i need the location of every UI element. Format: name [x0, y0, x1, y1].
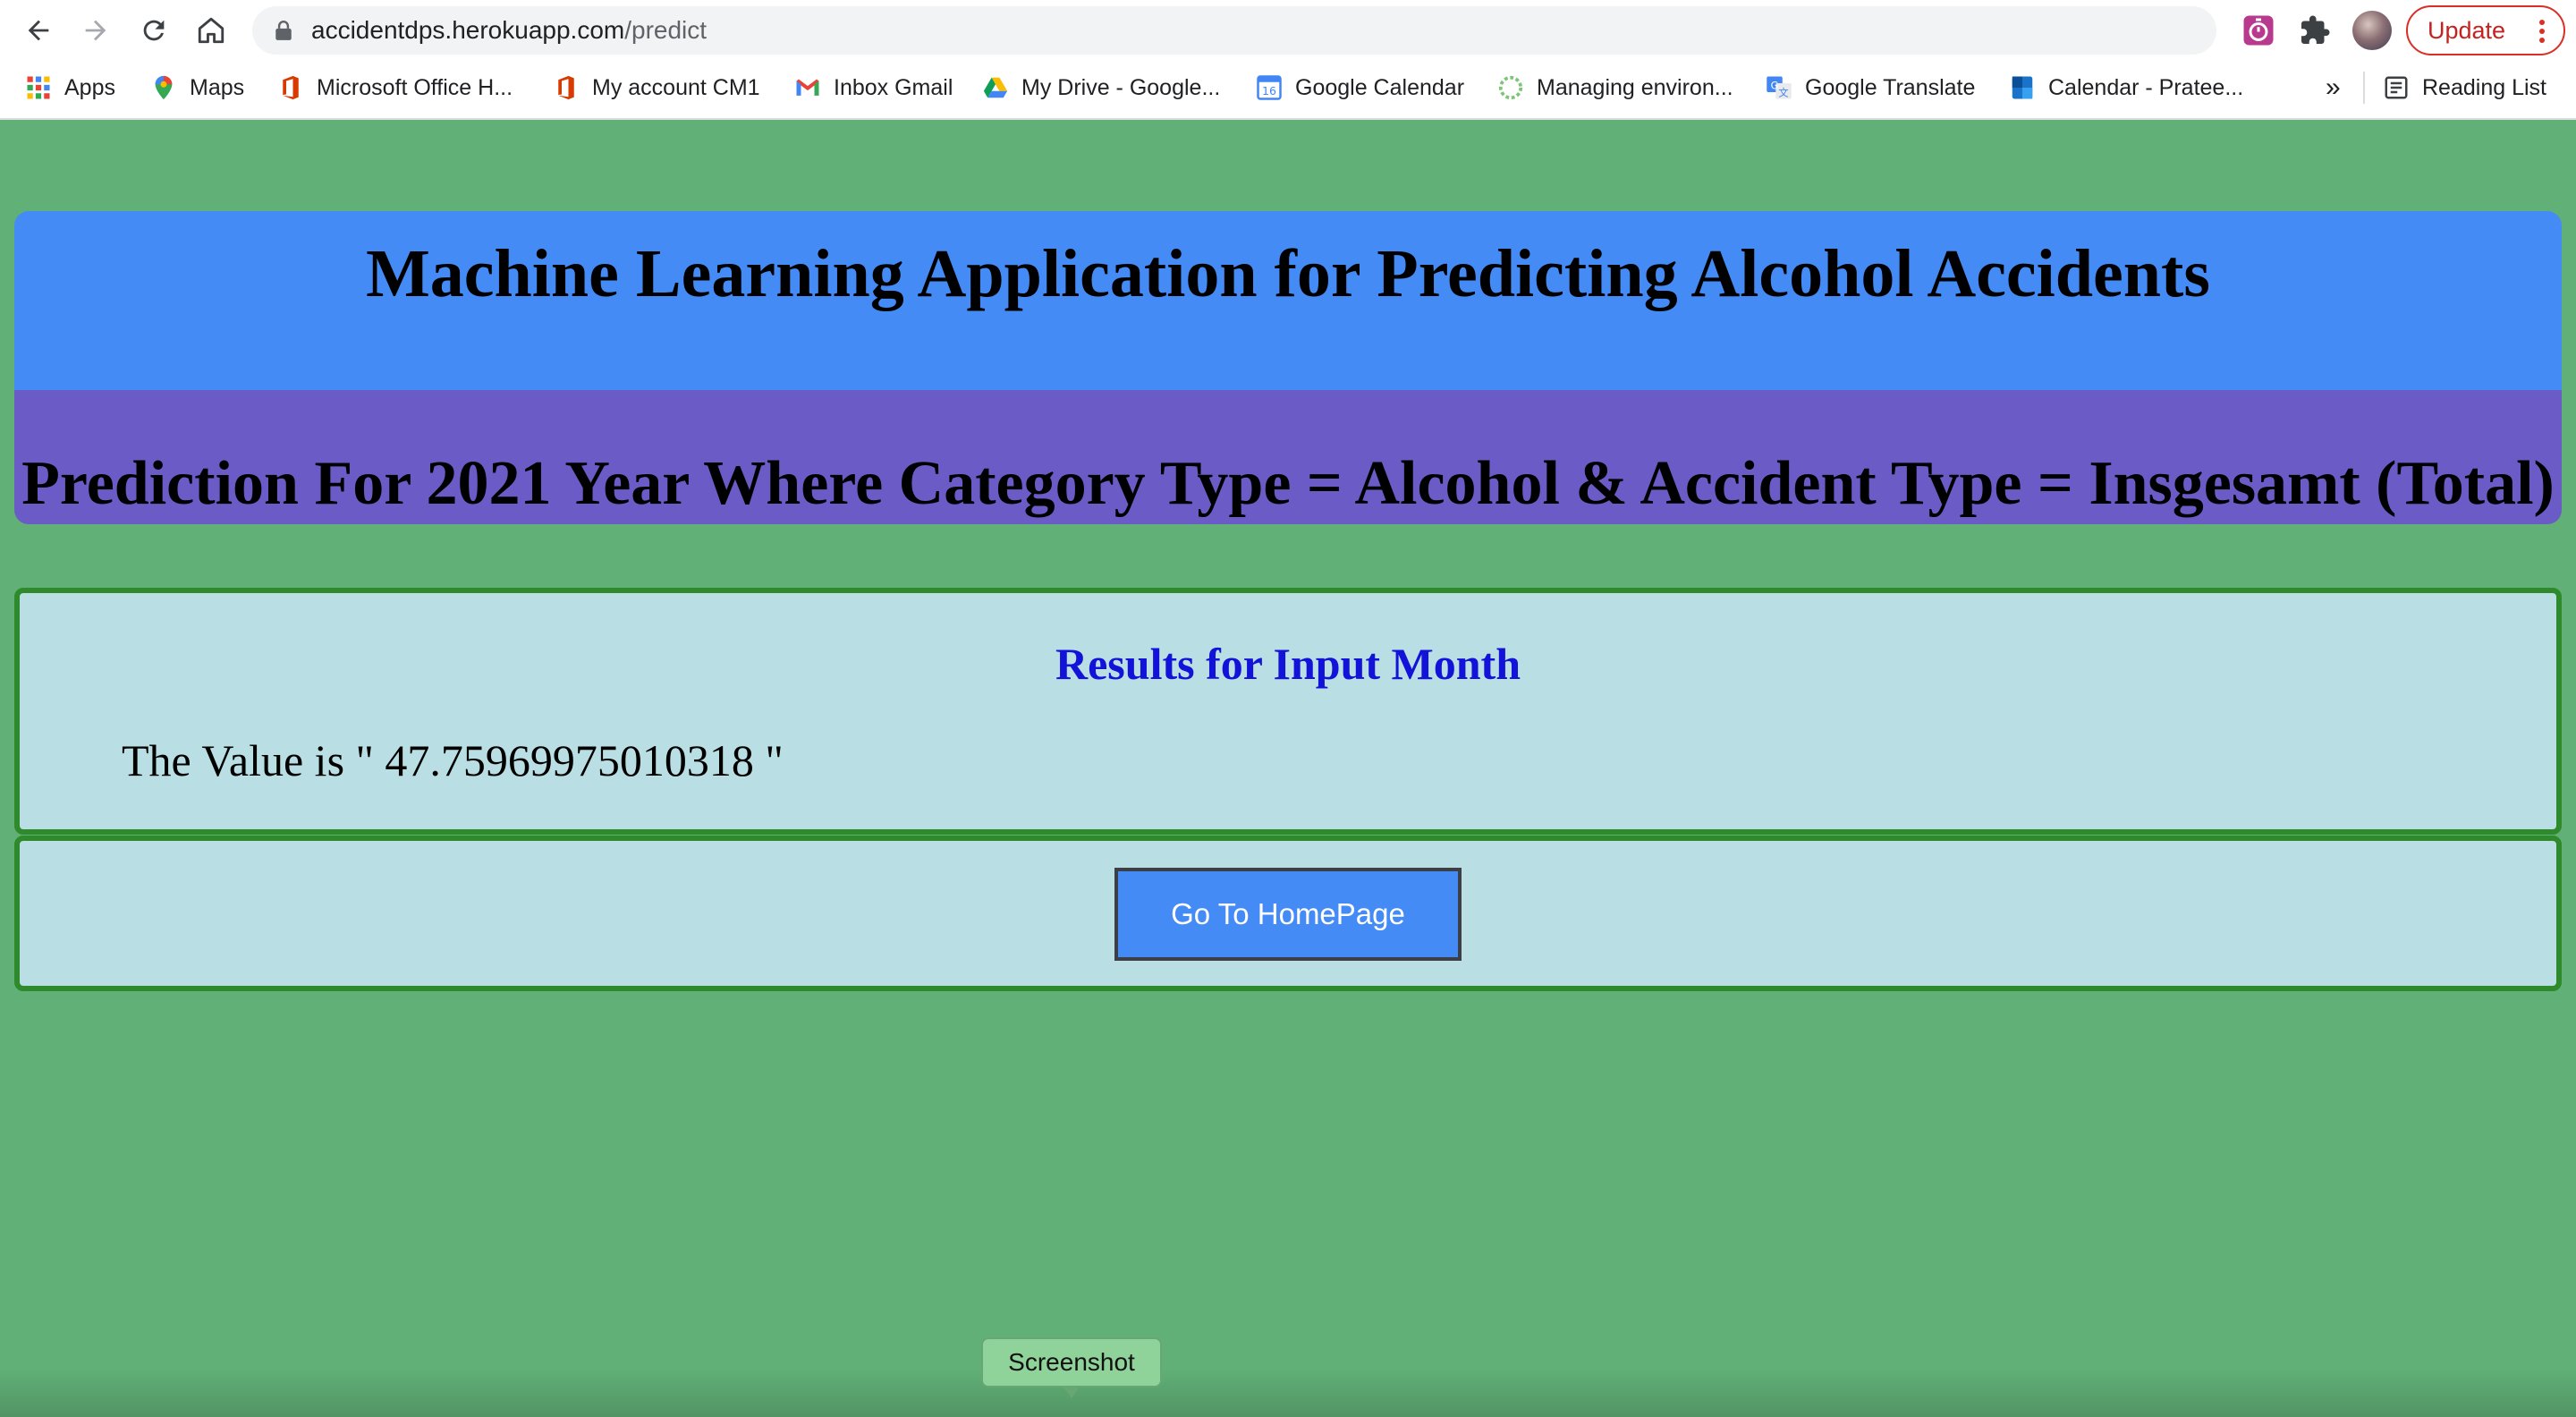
bookmark-label: Calendar - Pratee...: [2048, 74, 2244, 100]
results-heading: Results for Input Month: [1055, 639, 1521, 689]
reload-icon: [143, 20, 165, 41]
bookmark-apps[interactable]: Apps: [25, 68, 115, 107]
spinner-icon: [1497, 74, 1524, 101]
dock-shadow: [0, 1369, 2576, 1417]
reading-list-label: Reading List: [2422, 74, 2546, 100]
bookmark-label: Inbox Gmail: [834, 74, 953, 100]
outlook-calendar-icon: [2009, 74, 2036, 101]
bookmark-label: My Drive - Google...: [1021, 74, 1221, 100]
url-path: /predict: [624, 16, 708, 44]
office-icon: [553, 74, 580, 101]
lock-icon: [275, 21, 292, 40]
bookmark-google-translate[interactable]: G文 Google Translate: [1766, 68, 1975, 107]
calendar-icon: 16: [1256, 74, 1283, 101]
arrow-right-icon: [85, 20, 106, 41]
back-button[interactable]: [15, 7, 62, 54]
bookmark-google-calendar[interactable]: 16 Google Calendar: [1256, 68, 1464, 107]
svg-text:文: 文: [1778, 86, 1788, 98]
page-title: Machine Learning Application for Predict…: [366, 236, 2210, 311]
title-banner: Machine Learning Application for Predict…: [14, 211, 2562, 390]
bookmark-microsoft-office[interactable]: Microsoft Office H...: [277, 68, 513, 107]
bookmark-label: Google Calendar: [1295, 74, 1465, 100]
update-label: Update: [2428, 17, 2506, 44]
gmail-icon: [794, 74, 821, 101]
home-button[interactable]: [188, 7, 234, 54]
update-button[interactable]: Update: [2406, 5, 2565, 55]
reading-list-button[interactable]: Reading List: [2383, 68, 2546, 107]
reading-list-icon: [2383, 74, 2410, 101]
tooltip-pointer: [1063, 1386, 1080, 1398]
address-bar[interactable]: accidentdps.herokuapp.com/predict: [252, 6, 2446, 55]
bookmark-managing-environ[interactable]: Managing environ...: [1497, 68, 1733, 107]
bookmark-gmail[interactable]: Inbox Gmail: [794, 68, 953, 107]
puzzle-extension-icon[interactable]: [2299, 14, 2331, 47]
reload-button[interactable]: [131, 7, 177, 54]
maps-pin-icon: [150, 74, 177, 101]
bookmark-my-drive[interactable]: My Drive - Google...: [982, 68, 1220, 107]
bookmark-divider: [2363, 72, 2365, 104]
go-to-homepage-button[interactable]: Go To HomePage: [1114, 868, 1462, 961]
svg-text:G: G: [1771, 80, 1779, 91]
url-host: accidentdps.herokuapp.com: [311, 16, 625, 44]
kebab-menu-icon: [2539, 20, 2545, 43]
translate-icon: G文: [1766, 74, 1792, 101]
svg-text:16: 16: [1262, 84, 1276, 98]
bookmark-label: Microsoft Office H...: [317, 74, 513, 100]
bookmark-label: Managing environ...: [1537, 74, 1733, 100]
bookmark-label: Maps: [190, 74, 245, 100]
apps-grid-icon: [25, 74, 52, 101]
profile-avatar[interactable]: [2352, 11, 2392, 50]
more-bookmarks-chevron-icon[interactable]: »: [2326, 68, 2341, 107]
bookmark-label: Apps: [64, 74, 115, 100]
page-subtitle: Prediction For 2021 Year Where Category …: [21, 449, 2555, 518]
browser-toolbar: accidentdps.herokuapp.com/predict Update: [0, 0, 2576, 61]
home-icon: [198, 17, 225, 44]
bookmark-label: Google Translate: [1805, 74, 1976, 100]
bookmark-calendar-prateek[interactable]: Calendar - Pratee...: [2009, 68, 2243, 107]
office-icon: [277, 74, 304, 101]
prediction-result: The Value is " 47.75969975010318 ": [122, 735, 784, 785]
screenshot-tooltip: Screenshot: [981, 1337, 1162, 1387]
bookmark-maps[interactable]: Maps: [150, 68, 244, 107]
bookmark-my-account[interactable]: My account CM1: [553, 68, 760, 107]
bookmark-label: My account CM1: [592, 74, 760, 100]
url-text: accidentdps.herokuapp.com/predict: [311, 6, 707, 55]
results-panel: Results for Input Month The Value is " 4…: [14, 588, 2562, 835]
forward-button[interactable]: [72, 7, 119, 54]
arrow-left-icon: [28, 20, 49, 41]
drive-icon: [982, 74, 1009, 101]
subtitle-banner: Prediction For 2021 Year Where Category …: [14, 390, 2562, 524]
timer-extension-icon[interactable]: [2242, 14, 2275, 47]
navigation-panel: Go To HomePage: [14, 836, 2562, 991]
